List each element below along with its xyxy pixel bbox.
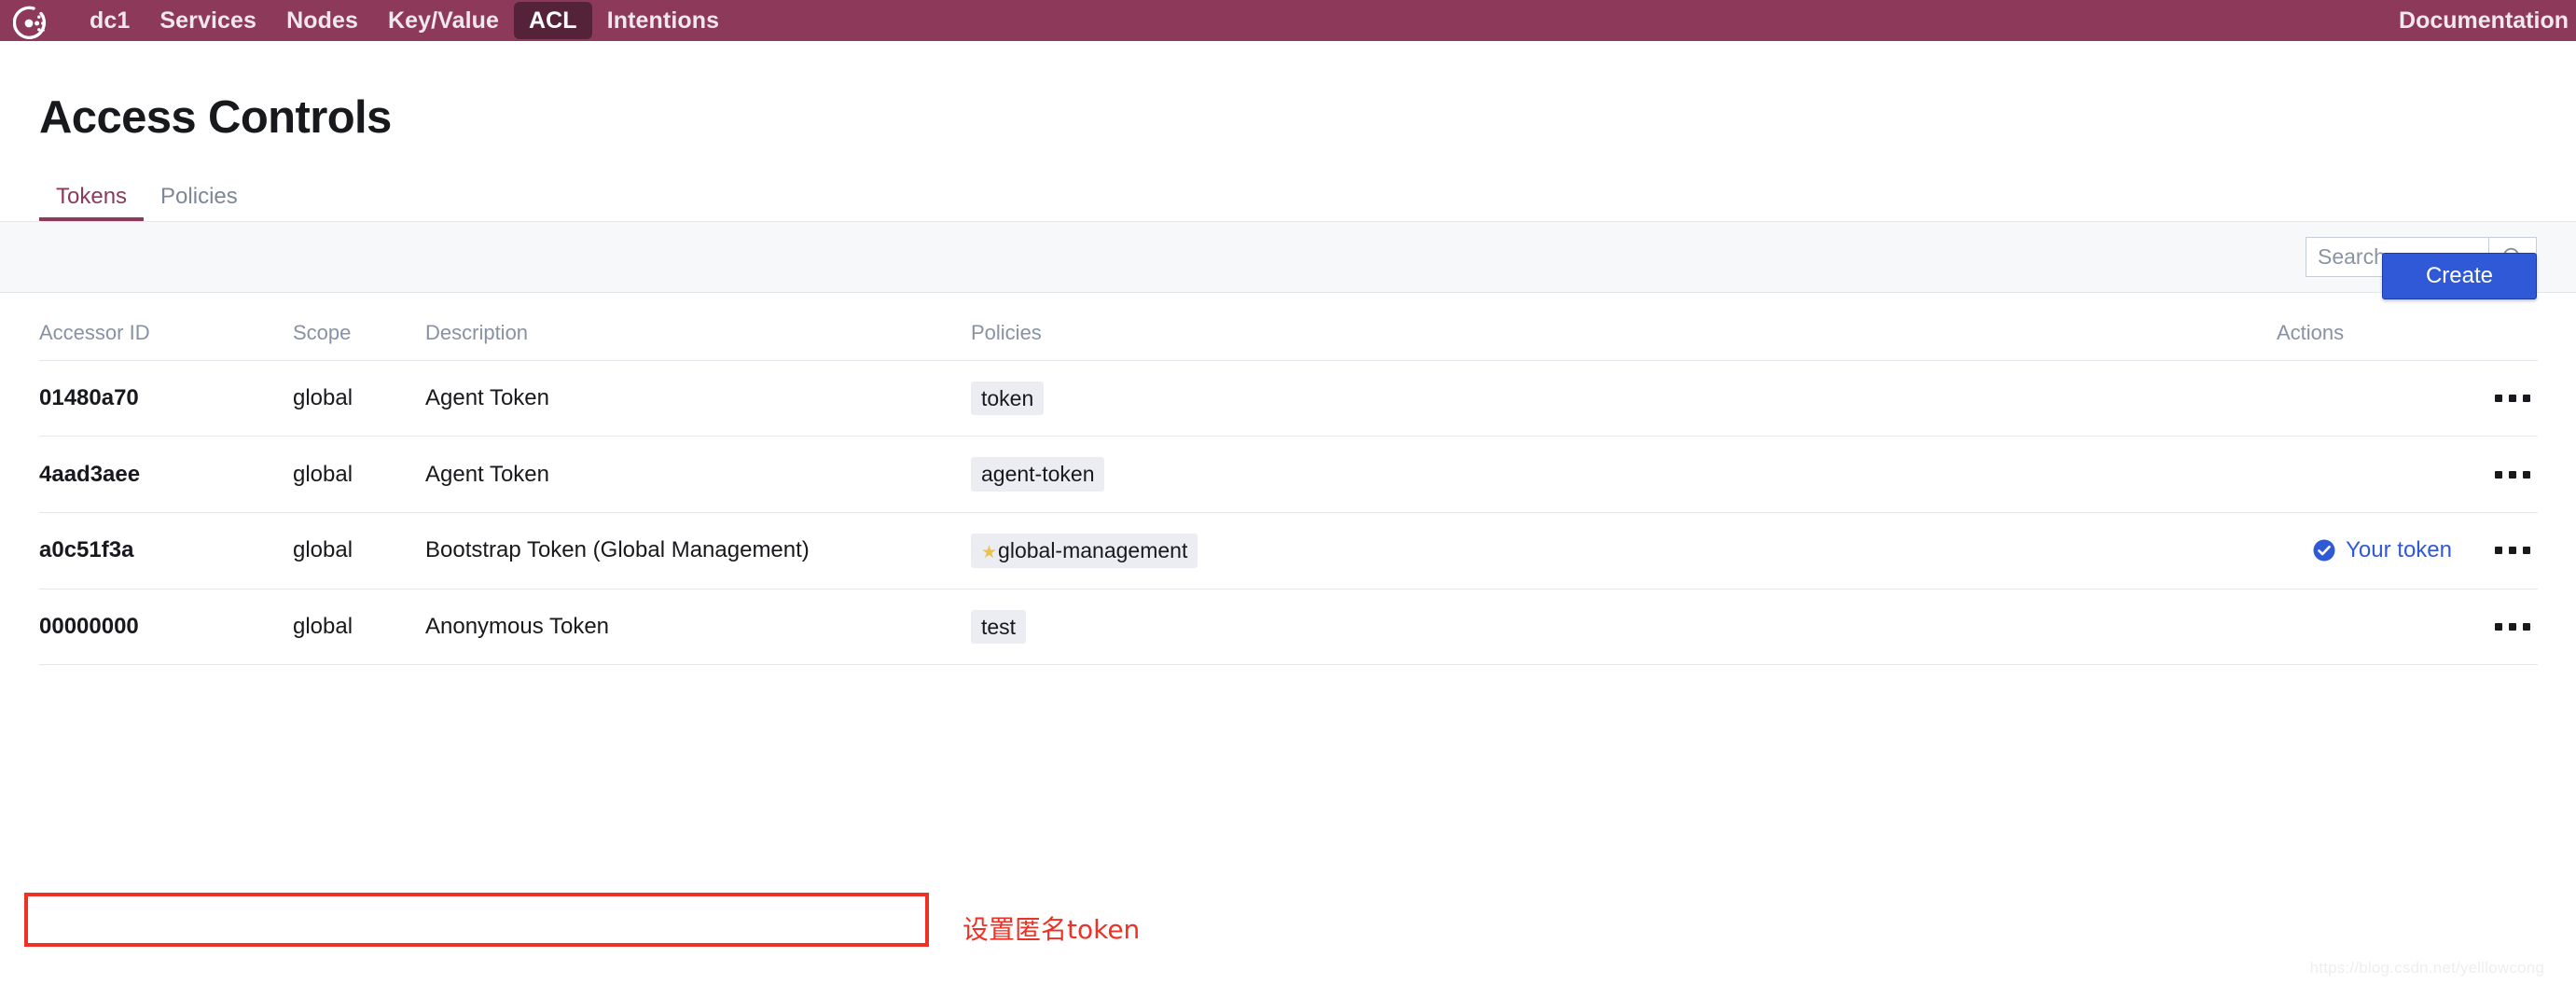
- cell-description: Anonymous Token: [425, 589, 971, 666]
- policy-badge-label: global-management: [998, 537, 1188, 562]
- cell-accessor-id: 01480a70: [39, 360, 293, 437]
- consul-logo-icon[interactable]: [13, 5, 50, 42]
- column-header-policies: Policies: [971, 293, 2277, 361]
- nav-item-acl[interactable]: ACL: [514, 2, 592, 39]
- nav-item-dc1[interactable]: dc1: [75, 0, 145, 41]
- nav-item-services[interactable]: Services: [145, 0, 271, 41]
- create-button[interactable]: Create: [2381, 253, 2537, 299]
- cell-policies: ★global-management: [971, 512, 2277, 590]
- actions-group: [2277, 614, 2538, 640]
- column-header-accessor-id: Accessor ID: [39, 293, 293, 361]
- tokens-table: Accessor ID Scope Description Policies A…: [39, 293, 2538, 666]
- policy-badge[interactable]: test: [971, 609, 1027, 645]
- tabbar-divider: [39, 220, 2537, 221]
- table-row[interactable]: 01480a70 global Agent Token token: [39, 360, 2538, 437]
- policy-badge[interactable]: ★global-management: [971, 533, 1198, 568]
- cell-scope: global: [293, 589, 425, 666]
- policy-badge[interactable]: token: [971, 382, 1045, 416]
- cell-actions: [2277, 436, 2538, 513]
- nav-item-nodes[interactable]: Nodes: [271, 0, 373, 41]
- star-icon: ★: [981, 542, 998, 562]
- cell-actions: [2277, 360, 2538, 437]
- page-title: Access Controls: [39, 92, 392, 143]
- actions-group: Your token: [2277, 537, 2538, 563]
- tab-policies[interactable]: Policies: [144, 186, 255, 221]
- cell-accessor-id: 4aad3aee: [39, 436, 293, 513]
- your-token-badge[interactable]: Your token: [2312, 537, 2452, 563]
- nav-item-intentions[interactable]: Intentions: [592, 0, 734, 41]
- cell-actions: [2277, 589, 2538, 666]
- cell-accessor-id: a0c51f3a: [39, 512, 293, 590]
- cell-description: Agent Token: [425, 436, 971, 513]
- actions-group: [2277, 462, 2538, 488]
- nav-item-key-value[interactable]: Key/Value: [373, 0, 514, 41]
- policy-badge[interactable]: agent-token: [971, 457, 1105, 492]
- cell-actions: Your token: [2277, 512, 2538, 590]
- cell-accessor-id: 00000000: [39, 589, 293, 666]
- column-header-actions: Actions: [2277, 293, 2538, 361]
- top-navbar: dc1 Services Nodes Key/Value ACL Intenti…: [0, 0, 2576, 41]
- annotation-note: 设置匿名token: [963, 914, 1141, 945]
- cell-policies: test: [971, 589, 2277, 666]
- ellipsis-icon[interactable]: [2487, 537, 2538, 563]
- ellipsis-icon[interactable]: [2487, 462, 2538, 488]
- actions-group: [2277, 385, 2538, 411]
- tabbar: Tokens Policies: [39, 171, 2537, 221]
- watermark: https://blog.csdn.net/yelllowcong: [2309, 959, 2544, 977]
- cell-scope: global: [293, 436, 425, 513]
- cell-policies: token: [971, 360, 2277, 437]
- highlight-box-anonymous-token-row: [24, 893, 929, 947]
- table-row[interactable]: a0c51f3a global Bootstrap Token (Global …: [39, 512, 2538, 590]
- cell-scope: global: [293, 512, 425, 590]
- table-header-row: Accessor ID Scope Description Policies A…: [39, 293, 2538, 361]
- column-header-description: Description: [425, 293, 971, 361]
- ellipsis-icon[interactable]: [2487, 385, 2538, 411]
- cell-description: Agent Token: [425, 360, 971, 437]
- cell-description: Bootstrap Token (Global Management): [425, 512, 971, 590]
- nav-documentation-link[interactable]: Documentation: [2399, 7, 2569, 35]
- cell-scope: global: [293, 360, 425, 437]
- your-token-label: Your token: [2346, 537, 2452, 563]
- tab-tokens[interactable]: Tokens: [39, 186, 145, 221]
- table-row[interactable]: 4aad3aee global Agent Token agent-token: [39, 436, 2538, 513]
- cell-policies: agent-token: [971, 436, 2277, 513]
- ellipsis-icon[interactable]: [2487, 614, 2538, 640]
- column-header-scope: Scope: [293, 293, 425, 361]
- page-body: Access Controls Tokens Policies Create A…: [0, 41, 2576, 985]
- check-circle-icon: [2313, 539, 2335, 562]
- filter-bar: [0, 221, 2576, 293]
- nav-links: dc1 Services Nodes Key/Value ACL Intenti…: [75, 0, 734, 41]
- table-row[interactable]: 00000000 global Anonymous Token test: [39, 589, 2538, 666]
